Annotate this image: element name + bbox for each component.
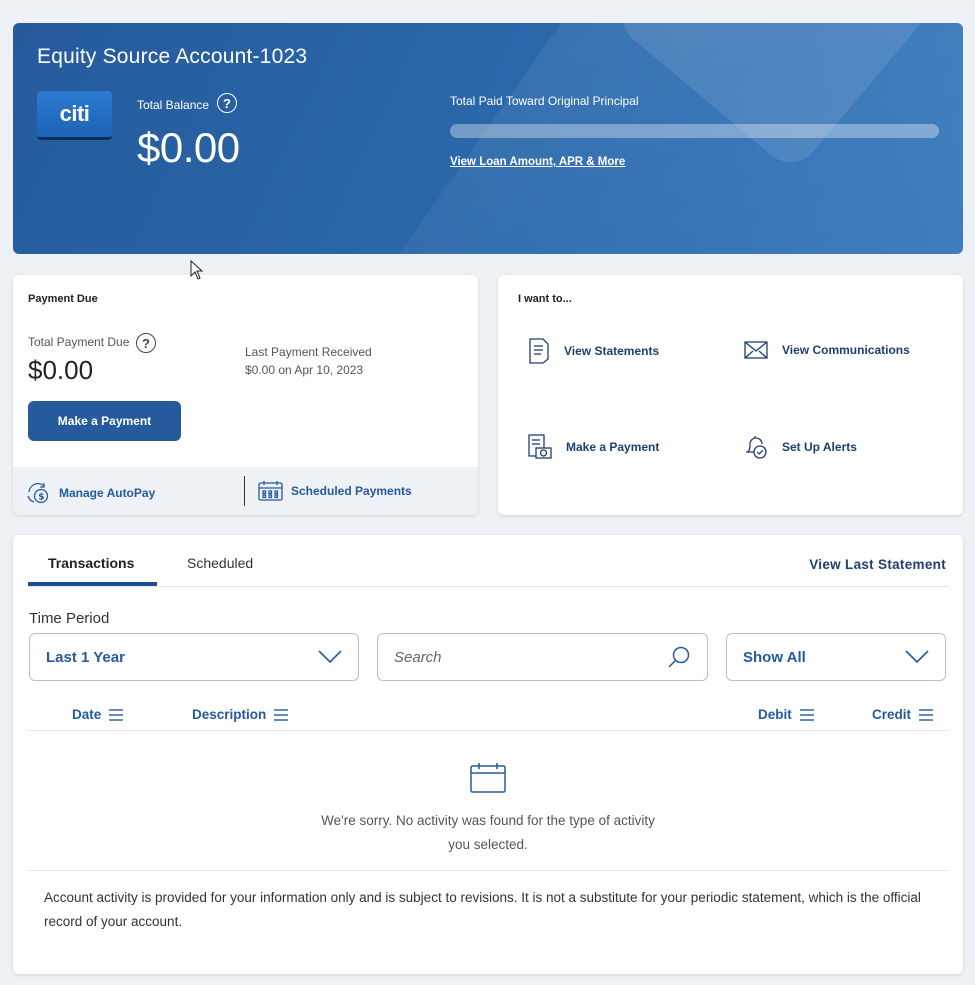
total-balance-amount: $0.00 [137, 124, 240, 171]
search-input[interactable]: Search [377, 633, 708, 681]
chevron-down-icon [318, 650, 342, 664]
view-communications-link[interactable]: View Communications [744, 341, 910, 359]
principal-paid-label: Total Paid Toward Original Principal [450, 94, 639, 108]
mouse-cursor-icon [190, 260, 204, 280]
tab-scheduled[interactable]: Scheduled [187, 555, 253, 571]
principal-progress-bar [450, 124, 939, 138]
column-date-label: Date [72, 707, 102, 722]
total-payment-due-amount: $0.00 [28, 355, 94, 385]
manage-autopay-label: Manage AutoPay [59, 486, 156, 500]
payment-due-card: Payment Due Total Payment Due ? $0.00 La… [13, 275, 478, 515]
account-activity-disclaimer: Account activity is provided for your in… [44, 890, 921, 929]
set-up-alerts-link[interactable]: Set Up Alerts [744, 434, 857, 460]
citi-logo: citi [37, 91, 112, 140]
empty-state-message: We're sorry. No activity was found for t… [321, 813, 655, 852]
last-payment-label: Last Payment Received [245, 345, 372, 359]
scheduled-payments-label: Scheduled Payments [291, 484, 412, 498]
autopay-icon: $ [27, 483, 49, 504]
column-debit-label: Debit [758, 707, 792, 722]
time-period-value: Last 1 Year [46, 648, 125, 666]
svg-text:$: $ [38, 493, 44, 503]
sort-menu-icon [274, 708, 289, 721]
tab-transactions[interactable]: Transactions [48, 555, 134, 571]
i-want-to-card: I want to... View Statements View Commun… [498, 275, 963, 515]
envelope-icon [744, 341, 768, 359]
view-statements-label: View Statements [564, 344, 660, 358]
account-summary-banner: Equity Source Account-1023 citi Total Ba… [13, 23, 963, 254]
time-period-label: Time Period [29, 610, 110, 627]
transactions-card: Transactions Scheduled View Last Stateme… [13, 535, 963, 974]
scheduled-payments-link[interactable]: Scheduled Payments [258, 480, 412, 502]
account-title: Equity Source Account-1023 [37, 45, 308, 68]
activity-filter-select[interactable]: Show All [726, 633, 946, 681]
sort-menu-icon [919, 708, 934, 721]
calendar-icon [470, 763, 506, 793]
view-last-statement-link[interactable]: View Last Statement [809, 557, 946, 572]
manage-autopay-link[interactable]: $ Manage AutoPay [25, 480, 155, 506]
view-statements-link[interactable]: View Statements [528, 338, 659, 364]
column-credit-label: Credit [872, 707, 912, 722]
empty-state-divider [28, 870, 948, 871]
activity-filter-value: Show All [743, 648, 806, 666]
make-payment-button[interactable]: Make a Payment [28, 401, 181, 441]
make-payment-link[interactable]: Make a Payment [528, 434, 659, 460]
column-description-label: Description [192, 707, 267, 722]
payment-footer: $ Manage AutoPay Scheduled Payments [13, 467, 478, 515]
column-description[interactable]: Description [192, 707, 289, 722]
footer-divider [244, 476, 245, 506]
i-want-to-heading: I want to... [518, 293, 572, 305]
sort-menu-icon [109, 708, 124, 721]
column-date[interactable]: Date [72, 707, 124, 722]
chevron-down-icon [905, 650, 929, 664]
last-payment-value: $0.00 on Apr 10, 2023 [245, 363, 364, 377]
bell-check-icon [746, 436, 767, 459]
view-communications-label: View Communications [782, 343, 910, 357]
column-debit[interactable]: Debit [758, 707, 814, 722]
time-period-select[interactable]: Last 1 Year [29, 633, 359, 681]
search-icon [668, 646, 690, 668]
payment-due-heading: Payment Due [28, 293, 98, 305]
set-up-alerts-label: Set Up Alerts [782, 440, 857, 454]
bill-payment-icon [528, 434, 552, 459]
sort-menu-icon [799, 708, 814, 721]
search-placeholder: Search [394, 648, 442, 666]
help-icon[interactable]: ? [136, 333, 156, 353]
logo-text: citi [59, 101, 90, 126]
column-credit[interactable]: Credit [872, 707, 934, 722]
table-header-divider [28, 730, 948, 731]
help-icon[interactable]: ? [217, 93, 237, 113]
active-tab-indicator [28, 582, 157, 586]
document-icon [529, 338, 549, 364]
view-loan-details-link[interactable]: View Loan Amount, APR & More [450, 156, 625, 168]
total-balance-label: Total Balance [137, 98, 210, 112]
make-payment-label: Make a Payment [566, 440, 660, 454]
calendar-icon [258, 481, 283, 501]
total-payment-due-label: Total Payment Due [28, 335, 130, 349]
